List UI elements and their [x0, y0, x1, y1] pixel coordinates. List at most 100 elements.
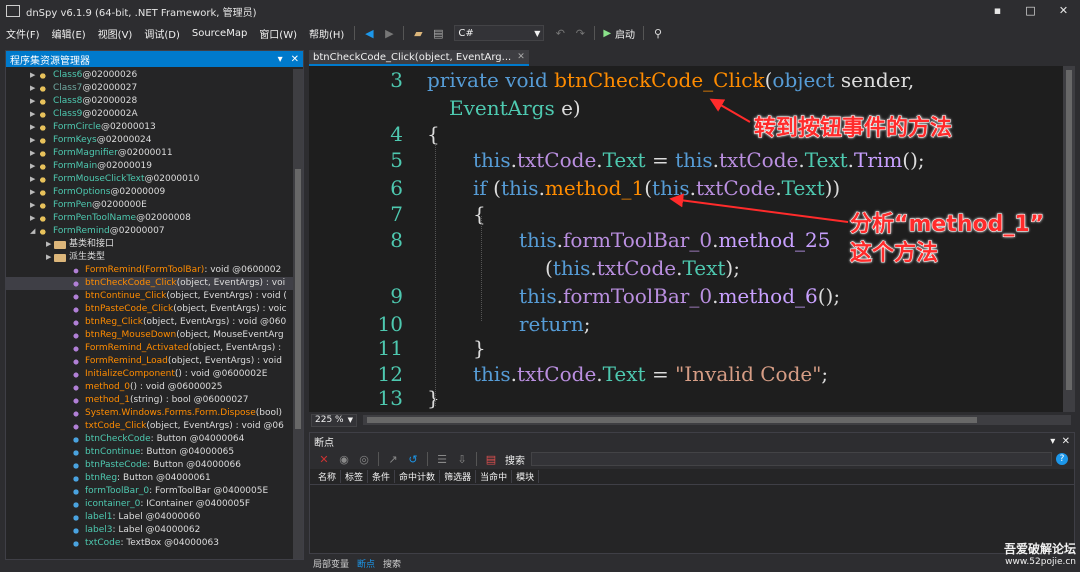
zoom-select[interactable]: 225 % ▼ [311, 413, 357, 427]
column-when-hit[interactable]: 当命中 [476, 470, 513, 483]
toggle-all-icon[interactable]: ◎ [356, 451, 372, 467]
forward-icon[interactable]: ▶ [381, 25, 397, 41]
goto-code-icon[interactable]: ↗ [385, 451, 401, 467]
columns-icon[interactable]: ▤ [483, 451, 499, 467]
collapsed-arrow-icon[interactable]: ▶ [46, 251, 54, 264]
tree-item-method[interactable]: FormRemind_Activated (object, EventArgs) … [6, 342, 294, 355]
column-hit-count[interactable]: 命中计数 [395, 470, 441, 483]
tree-item-field[interactable]: label3 : Label @04000062 [6, 524, 294, 537]
open-folder-icon[interactable]: ▰ [410, 25, 426, 41]
menu-edit[interactable]: 编辑(E) [46, 26, 92, 41]
menu-view[interactable]: 视图(V) [92, 26, 139, 41]
code-editor[interactable]: 3 private void btnCheckCode_Click(object … [309, 66, 1075, 412]
maximize-button[interactable]: □ [1014, 0, 1047, 22]
column-name[interactable]: 名称 [314, 470, 342, 483]
tree-item-class[interactable]: ▶ Class9 @0200002A [6, 108, 294, 121]
tree-item-class[interactable]: ▶ Class7 @02000027 [6, 82, 294, 95]
tree-item-class[interactable]: ▶ FormPenToolName @02000008 [6, 212, 294, 225]
tree-item-method[interactable]: System.Windows.Forms.Form.Dispose (bool) [6, 407, 294, 420]
open-list-icon[interactable]: ▤ [430, 25, 446, 41]
scrollbar-thumb[interactable] [295, 169, 301, 429]
code-line[interactable]: 5 this.txtCode.Text = this.txtCode.Text.T… [309, 148, 1069, 176]
tree-item-field[interactable]: btnPasteCode : Button @04000066 [6, 459, 294, 472]
collapsed-arrow-icon[interactable]: ▶ [30, 95, 38, 108]
tree-item-field[interactable]: txtCode : TextBox @04000063 [6, 537, 294, 550]
redo-icon[interactable]: ↷ [572, 25, 588, 41]
collapsed-arrow-icon[interactable]: ▶ [30, 160, 38, 173]
tree-item-class[interactable]: ▶ Class8 @02000028 [6, 95, 294, 108]
tab-search[interactable]: 搜索 [379, 556, 405, 570]
column-module[interactable]: 模块 [512, 470, 540, 483]
close-icon[interactable]: ✕ [291, 54, 299, 65]
tab-btnCheckCode-click[interactable]: btnCheckCode_Click(object, EventArg... ✕ [309, 50, 529, 66]
close-icon[interactable]: ✕ [1062, 436, 1070, 447]
panel-menu-icon[interactable]: ▾ [278, 54, 283, 65]
tree-item-ctor[interactable]: FormRemind(FormToolBar) : void @0600002 [6, 264, 294, 277]
menu-help[interactable]: 帮助(H) [303, 26, 350, 41]
tree-item-method[interactable]: btnCheckCode_Click (object, EventArgs) : … [6, 277, 294, 290]
import-icon[interactable]: ⇩ [454, 451, 470, 467]
tree-item-field[interactable]: label1 : Label @04000060 [6, 511, 294, 524]
collapsed-arrow-icon[interactable]: ▶ [30, 199, 38, 212]
collapsed-arrow-icon[interactable]: ▶ [30, 173, 38, 186]
tree-item-method[interactable]: FormRemind_Load (object, EventArgs) : voi… [6, 355, 294, 368]
breakpoint-search-input[interactable] [531, 452, 1052, 466]
language-select[interactable]: C# ▼ [454, 25, 545, 41]
code-line[interactable]: 11} [309, 336, 1069, 364]
collapsed-arrow-icon[interactable]: ▶ [30, 147, 38, 160]
tree-item-method[interactable]: method_1 (string) : bool @06000027 [6, 394, 294, 407]
tree-item-method[interactable]: txtCode_Click (object, EventArgs) : void … [6, 420, 294, 433]
collapsed-arrow-icon[interactable]: ▶ [30, 212, 38, 225]
collapsed-arrow-icon[interactable]: ▶ [30, 121, 38, 134]
editor-horizontal-scrollbar[interactable] [362, 415, 1071, 425]
collapsed-arrow-icon[interactable]: ▶ [30, 186, 38, 199]
tree-item-class[interactable]: ▶ FormMouseClickText @02000010 [6, 173, 294, 186]
menu-debug[interactable]: 调试(D) [138, 26, 186, 41]
menu-window[interactable]: 窗口(W) [253, 26, 303, 41]
tree-item-field[interactable]: icontainer_0 : IContainer @0400005F [6, 498, 294, 511]
menu-file[interactable]: 文件(F) [0, 26, 46, 41]
tree-item-class[interactable]: ▶ FormPen @0200000E [6, 199, 294, 212]
collapsed-arrow-icon[interactable]: ▶ [30, 82, 38, 95]
code-line[interactable]: EventArgs e) [309, 96, 1069, 124]
panel-menu-icon[interactable]: ▾ [1050, 436, 1055, 447]
code-line[interactable]: 13} [309, 386, 1069, 412]
collapsed-arrow-icon[interactable]: ▶ [30, 108, 38, 121]
editor-scrollbar[interactable] [1063, 66, 1075, 412]
close-icon[interactable]: ✕ [517, 52, 525, 62]
tree-item-class[interactable]: ▶ FormMagnifier @02000011 [6, 147, 294, 160]
close-button[interactable]: ✕ [1047, 0, 1080, 22]
code-line[interactable]: 6 if (this.method_1(this.txtCode.Text)) [309, 176, 1069, 204]
column-labels[interactable]: 标签 [341, 470, 369, 483]
tree-item-class[interactable]: ▶ FormOptions @02000009 [6, 186, 294, 199]
tab-locals[interactable]: 局部变量 [309, 556, 353, 570]
tree-item-class[interactable]: ▶ FormCircle @02000013 [6, 121, 294, 134]
column-condition[interactable]: 条件 [368, 470, 396, 483]
goto-disassembly-icon[interactable]: ↺ [405, 451, 421, 467]
collapsed-arrow-icon[interactable]: ▶ [30, 69, 38, 82]
tree-item-class[interactable]: ◢ FormRemind @02000007 [6, 225, 294, 238]
minimize-button[interactable]: ▪ [981, 0, 1014, 22]
export-icon[interactable]: ☰ [434, 451, 450, 467]
tree-item-field[interactable]: btnReg : Button @04000061 [6, 472, 294, 485]
scrollbar-thumb[interactable] [1066, 70, 1072, 390]
search-icon[interactable]: ⚲ [650, 25, 666, 41]
delete-all-icon[interactable]: ◉ [336, 451, 352, 467]
tree-item-class[interactable]: ▶ Class6 @02000026 [6, 69, 294, 82]
tree-item-method[interactable]: btnContinue_Click (object, EventArgs) : v… [6, 290, 294, 303]
start-button[interactable]: ▶ 启动 [603, 26, 635, 41]
code-line[interactable]: 9 this.formToolBar_0.method_6(); [309, 284, 1069, 312]
code-line[interactable]: 4{ [309, 122, 1069, 150]
delete-breakpoint-icon[interactable]: ✕ [316, 451, 332, 467]
column-filter[interactable]: 筛选器 [440, 470, 477, 483]
code-line[interactable]: (this.txtCode.Text); [309, 256, 1069, 284]
tree-item-field[interactable]: btnCheckCode : Button @04000064 [6, 433, 294, 446]
menu-sourcemap[interactable]: SourceMap [186, 28, 253, 39]
explorer-scrollbar[interactable] [293, 69, 303, 559]
collapsed-arrow-icon[interactable]: ▶ [46, 238, 54, 251]
tree-item-field[interactable]: formToolBar_0 : FormToolBar @0400005E [6, 485, 294, 498]
tree-item-field[interactable]: btnContinue : Button @04000065 [6, 446, 294, 459]
code-line[interactable]: 3 private void btnCheckCode_Click(object … [309, 68, 1069, 96]
expanded-arrow-icon[interactable]: ◢ [30, 225, 38, 238]
tree-item-class[interactable]: ▶ FormMain @02000019 [6, 160, 294, 173]
